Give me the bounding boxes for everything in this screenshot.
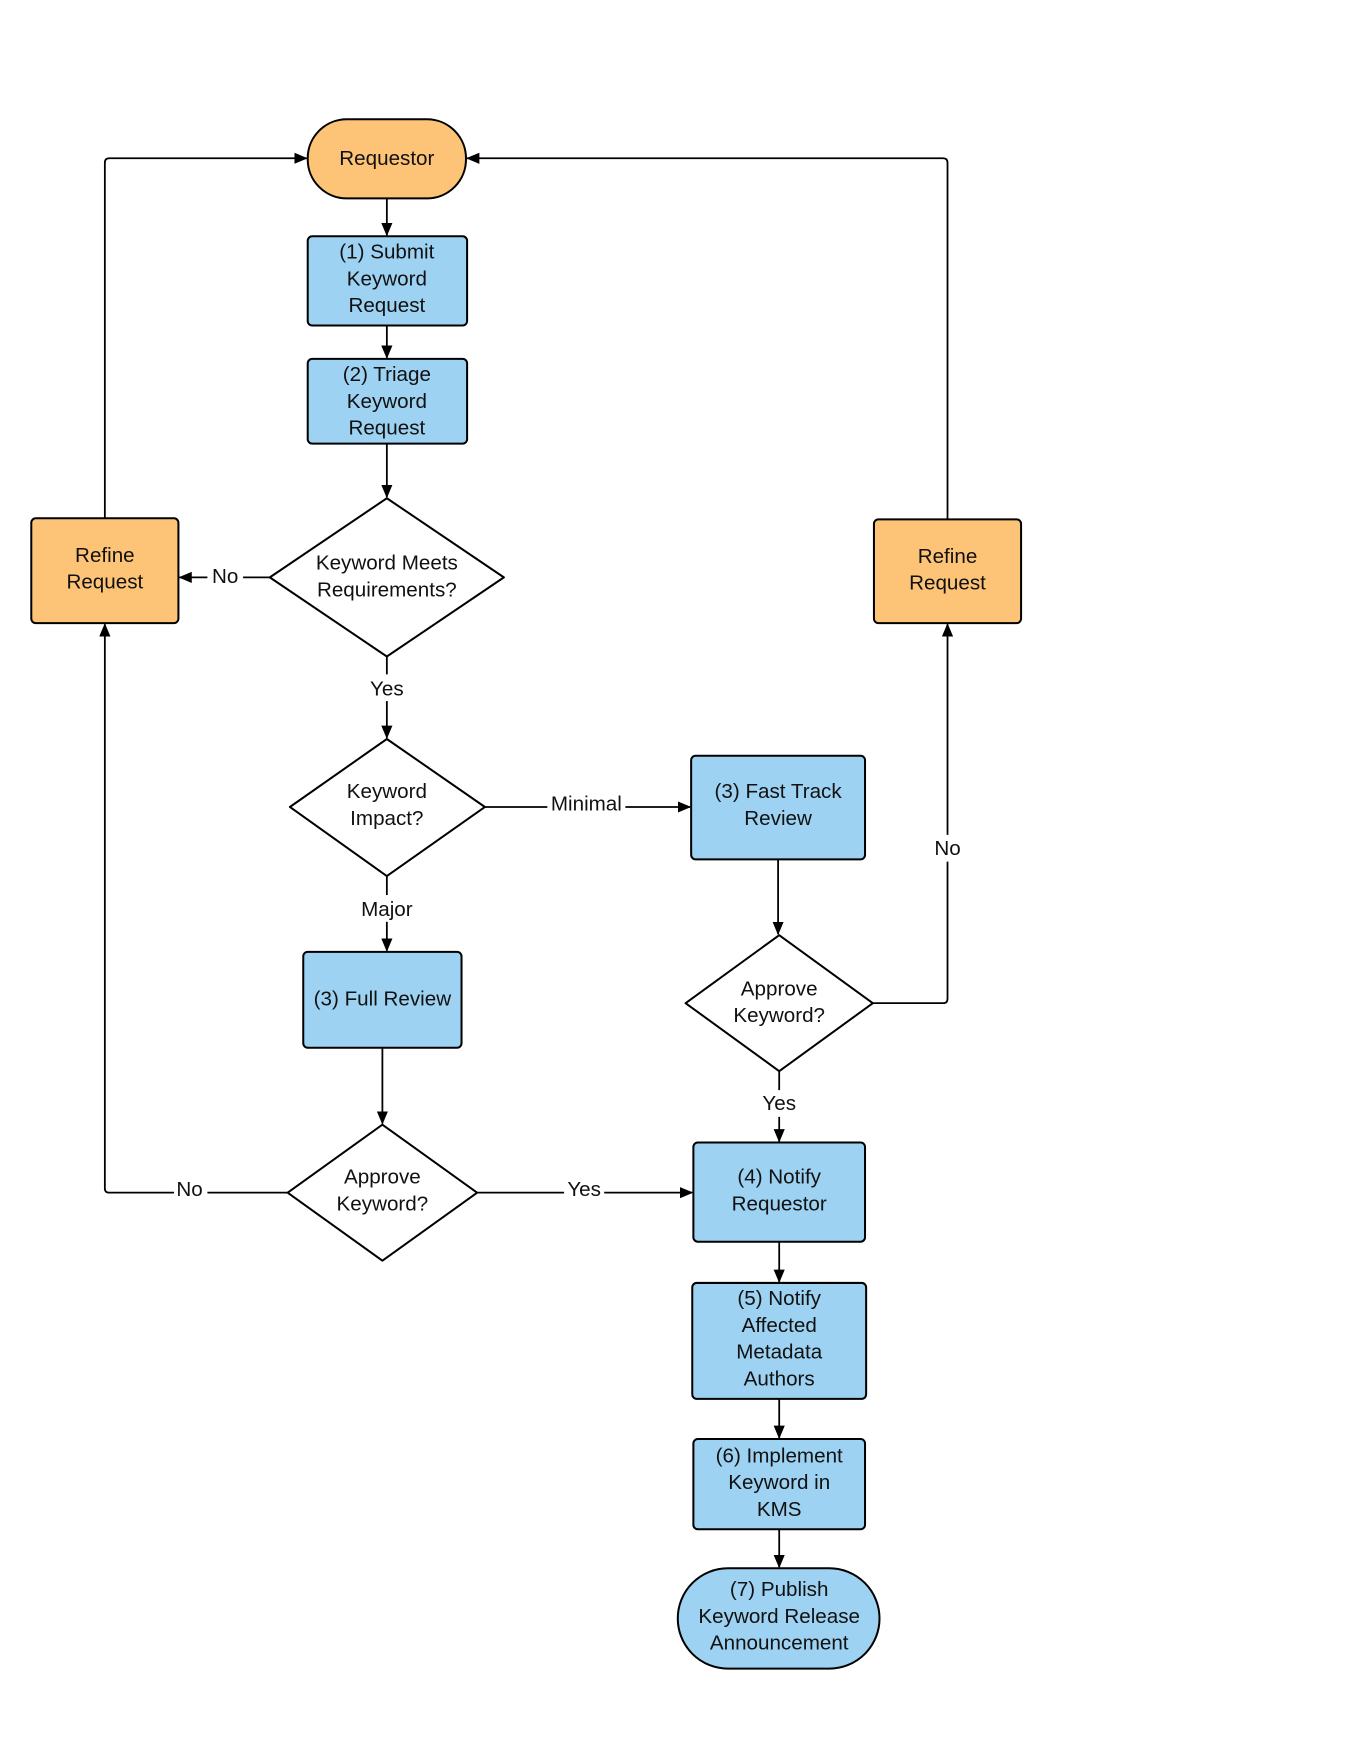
node-implement-keyword-in-kms: (6) Implement Keyword in KMS bbox=[692, 1437, 867, 1531]
keyword-request-flowchart: No Yes Minimal Major No Yes No Yes Reque… bbox=[30, 118, 1023, 1670]
decision-approve-keyword-fast-track: Approve Keyword? bbox=[684, 934, 874, 1073]
decision-approve-keyword-full-review: Approve Keyword? bbox=[286, 1123, 479, 1262]
node-fast-track-review: (3) Fast Track Review bbox=[690, 754, 867, 861]
svg-text:(1) SubmitKeywordRequest: (1) Submit Keyword Request bbox=[339, 241, 434, 318]
node-publish-keyword-release-announcement: (7) Publish Keyword Release Announcement bbox=[676, 1567, 881, 1670]
edge-labels: No Yes Minimal Major No Yes No Yes bbox=[173, 564, 966, 1202]
label-no: No bbox=[934, 837, 960, 860]
node-notify-affected-metadata-authors: (5) Notify Affected Metadata Authors bbox=[691, 1281, 868, 1400]
decision-keyword-meets-requirements: Keyword Meets Requirements? bbox=[268, 497, 505, 658]
node-submit-keyword-request: (1) Submit Keyword Request bbox=[306, 235, 469, 327]
node-refine-request-right: Refine Request bbox=[872, 518, 1023, 625]
svg-text:(2) TriageKeywordRequest: (2) Triage Keyword Request bbox=[343, 363, 431, 440]
label-no: No bbox=[176, 1178, 202, 1201]
decision-keyword-impact: Keyword Impact? bbox=[288, 737, 486, 878]
node-notify-requestor: (4) Notify Requestor bbox=[692, 1141, 867, 1243]
label-major: Major bbox=[361, 898, 413, 921]
label-no: No bbox=[212, 565, 238, 588]
edge-refine-left-requestor bbox=[103, 152, 308, 519]
label-minimal: Minimal bbox=[551, 792, 622, 815]
node-full-review: (3) Full Review bbox=[302, 950, 463, 1049]
label-yes: Yes bbox=[370, 678, 404, 701]
label-yes: Yes bbox=[762, 1092, 796, 1115]
edge-approve-full-no-refine bbox=[99, 623, 288, 1194]
node-triage-keyword-request: (2) Triage Keyword Request bbox=[306, 357, 469, 445]
edge-approve-fast-no-refine bbox=[872, 623, 954, 1005]
node-refine-request-left: Refine Request bbox=[30, 517, 180, 625]
svg-text:Requestor: Requestor bbox=[339, 147, 434, 170]
edge-refine-right-requestor bbox=[465, 152, 949, 520]
node-requestor: Requestor bbox=[306, 118, 467, 200]
svg-text:(3) Full Review: (3) Full Review bbox=[314, 987, 452, 1010]
label-yes: Yes bbox=[567, 1178, 601, 1201]
